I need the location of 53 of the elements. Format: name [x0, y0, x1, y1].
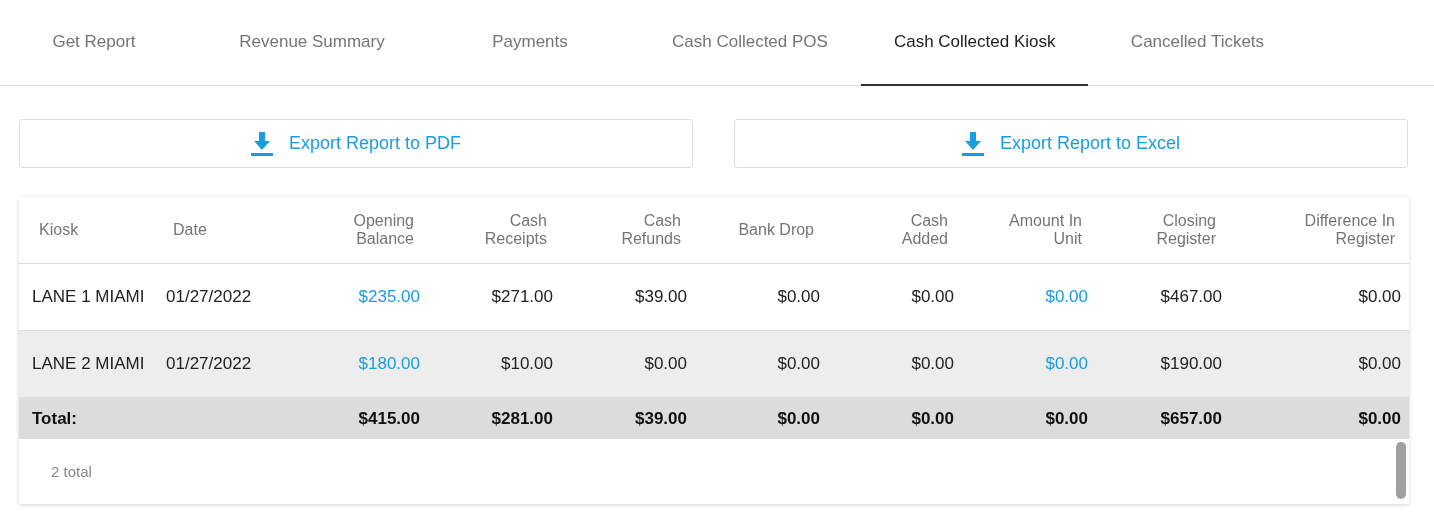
amount-link[interactable]: $180.00 — [290, 354, 428, 374]
tab[interactable]: Cancelled Tickets — [1088, 0, 1307, 86]
table-cell-text: $467.00 — [1159, 287, 1223, 307]
scrollbar-thumb[interactable] — [1396, 442, 1406, 499]
table-cell-text: $0.00 — [643, 354, 688, 374]
amount-link[interactable]: $0.00 — [962, 354, 1096, 374]
tab[interactable]: Payments — [421, 0, 639, 86]
column-header: Opening Balance — [352, 212, 415, 248]
table-cell-text: 01/27/2022 — [165, 287, 253, 307]
table-cell-text: $0.00 — [776, 354, 821, 374]
column-header: Cash Added — [900, 212, 949, 248]
table-cell-text: $190.00 — [1159, 354, 1223, 374]
total-cell-text: $657.00 — [1159, 408, 1223, 429]
download-icon — [961, 131, 984, 156]
total-cell-text: $0.00 — [1044, 408, 1089, 429]
table-cell-text: $0.00 — [1357, 287, 1402, 307]
column-header: Difference In Register — [1303, 212, 1396, 248]
table-cell-text: $0.00 — [1357, 354, 1402, 374]
tab[interactable]: Get Report — [0, 0, 203, 86]
column-header: Cash Receipts — [483, 212, 548, 248]
download-icon — [250, 131, 273, 156]
column-header: Closing Register — [1155, 212, 1217, 248]
amount-link[interactable]: $0.00 — [962, 287, 1096, 307]
column-header: Date — [172, 221, 208, 239]
table-row[interactable]: LANE 1 MIAMI 01/27/2022 $235.00 $271.00 $39.00 $0.00 $0.00 $0.00 $467.00 $0.00 — [19, 264, 1409, 331]
total-count: 2 total — [51, 463, 92, 480]
total-cell-text: $0.00 — [1357, 408, 1402, 429]
column-header: Bank Drop — [737, 221, 815, 239]
column-header: Cash Refunds — [620, 212, 682, 248]
table-row[interactable]: LANE 2 MIAMI 01/27/2022 $180.00 $10.00 $0.00 $0.00 $0.00 $0.00 $190.00 $0.00 — [19, 331, 1409, 398]
total-cell-text: $0.00 — [910, 408, 955, 429]
amount-link[interactable]: $235.00 — [290, 287, 428, 307]
table-cell-text: $0.00 — [910, 354, 955, 374]
table-cell-text: $0.00 — [910, 287, 955, 307]
table-cell-text: LANE 2 MIAMI — [31, 354, 146, 374]
column-header: Amount In Unit — [1008, 212, 1083, 248]
table-cell-text: $39.00 — [634, 287, 688, 307]
tab[interactable]: Cash Collected Kiosk — [860, 0, 1089, 86]
total-cell-text: $415.00 — [357, 408, 421, 429]
export-button[interactable]: Export Report to Excel — [734, 119, 1408, 168]
table-cell-text: 01/27/2022 — [165, 354, 253, 374]
table-cell-text: $0.00 — [776, 287, 821, 307]
table-cell-text: LANE 1 MIAMI — [31, 287, 146, 307]
tab[interactable]: Revenue Summary — [203, 0, 421, 86]
tab[interactable]: Cash Collected POS — [639, 0, 861, 86]
total-cell-text: $39.00 — [634, 408, 688, 429]
export-button[interactable]: Export Report to PDF — [19, 119, 693, 168]
column-header: Kiosk — [38, 221, 80, 239]
table-cell-text: $271.00 — [490, 287, 554, 307]
total-cell-text: $0.00 — [776, 408, 821, 429]
total-cell-text: $281.00 — [490, 408, 554, 429]
table-cell-text: $10.00 — [500, 354, 554, 374]
total-label: Total: — [31, 408, 78, 429]
